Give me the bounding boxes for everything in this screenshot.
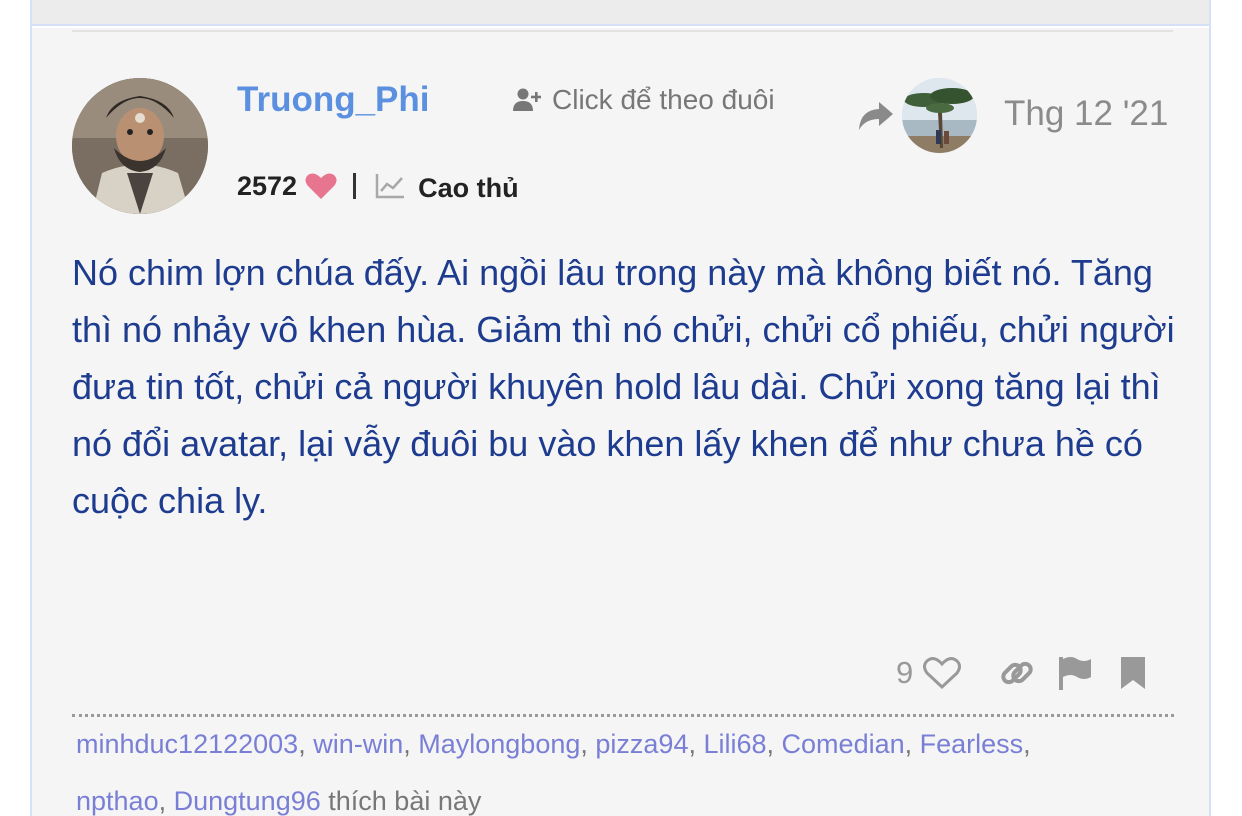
flag-icon[interactable]: [1057, 655, 1093, 691]
liker-link[interactable]: Fearless: [920, 729, 1024, 759]
likers-list: minhduc12122003, win-win, Maylongbong, p…: [76, 729, 1031, 816]
link-icon[interactable]: [999, 655, 1035, 691]
post-date[interactable]: Thg 12 '21: [1004, 94, 1168, 134]
post-actions: 9: [896, 652, 1147, 694]
replied-user-avatar-image: [902, 78, 977, 153]
chart-line-icon: [374, 172, 406, 200]
previous-post-bottom: [32, 0, 1209, 26]
bookmark-icon[interactable]: [1119, 655, 1147, 691]
post-divider: [72, 30, 1173, 32]
like-count: 9: [896, 655, 914, 690]
liker-link[interactable]: win-win: [313, 729, 403, 759]
liker-link[interactable]: pizza94: [595, 729, 688, 759]
liker-link[interactable]: Maylongbong: [418, 729, 580, 759]
member-rank: Cao thủ: [418, 172, 519, 203]
replied-user-avatar[interactable]: [902, 78, 977, 153]
add-user-icon: [512, 85, 542, 115]
heart-icon: [305, 172, 337, 200]
author-stats: 2572 Cao thủ: [237, 166, 519, 206]
post-body-text: Nó chim lợn chúa đấy. Ai ngồi lâu trong …: [72, 252, 1175, 521]
heart-outline-icon[interactable]: [923, 656, 962, 690]
page-right-border: [1209, 0, 1211, 816]
liker-link[interactable]: npthao: [76, 786, 159, 816]
stats-separator: [353, 173, 357, 199]
reputation-count: 2572: [237, 170, 298, 201]
author-username[interactable]: Truong_Phi: [237, 78, 430, 122]
likers-suffix: thích bài này: [328, 786, 482, 816]
liker-link[interactable]: Dungtung96: [174, 786, 321, 816]
liker-link[interactable]: minhduc12122003: [76, 729, 298, 759]
author-avatar[interactable]: [72, 78, 208, 214]
liker-link[interactable]: Comedian: [782, 729, 905, 759]
share-arrow-icon[interactable]: [855, 98, 895, 134]
follow-button[interactable]: Click để theo đuôi: [512, 82, 775, 118]
follow-label: Click để theo đuôi: [552, 84, 775, 115]
liker-link[interactable]: Lili68: [703, 729, 766, 759]
author-avatar-image: [72, 78, 208, 214]
